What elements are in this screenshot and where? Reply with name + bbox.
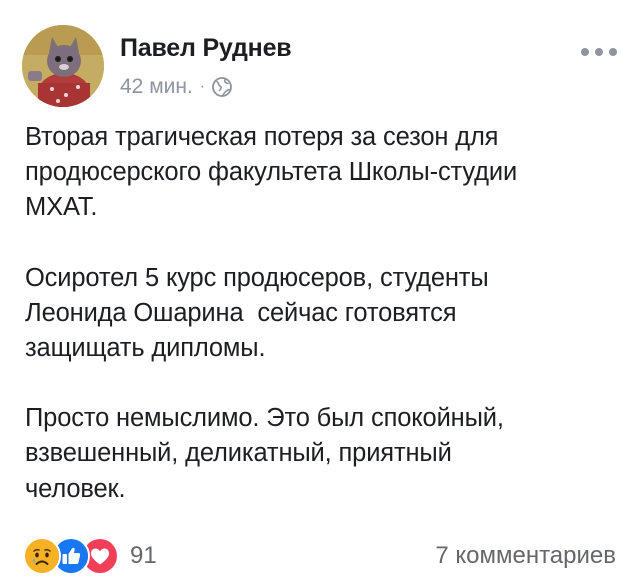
post-meta: 42 мин. ·	[120, 74, 233, 100]
author-avatar[interactable]	[22, 25, 104, 107]
post-line: продюсерского факультета Школы-студии	[25, 158, 518, 187]
facebook-post: Павел Руднев 42 мин. · Вторая трагическа…	[0, 0, 640, 586]
more-options-icon[interactable]	[579, 45, 619, 59]
sad-reaction-icon	[23, 537, 61, 575]
post-paragraph: Вторая трагическая потеря за сезон для п…	[25, 120, 625, 226]
reaction-count[interactable]: 91	[130, 542, 157, 570]
post-timestamp[interactable]: 42 мин.	[120, 75, 193, 99]
post-paragraph: Осиротел 5 курс продюсеров, студенты Лео…	[25, 261, 625, 367]
post-paragraph: Просто немыслимо. Это был спокойный, взв…	[25, 401, 625, 507]
post-line: Леонида Ошарина сейчас готовятся	[25, 298, 457, 327]
post-line: защищать дипломы.	[25, 334, 266, 363]
post-line: Просто немыслимо. Это был спокойный,	[25, 404, 504, 433]
post-line: человек.	[25, 474, 126, 503]
reactions-summary[interactable]: 91	[23, 537, 157, 575]
avatar-image	[22, 25, 104, 107]
globe-icon[interactable]	[211, 76, 233, 98]
post-line: взвешенный, деликатный, приятный	[25, 439, 452, 468]
post-line: Осиротел 5 курс продюсеров, студенты	[25, 263, 489, 292]
author-name[interactable]: Павел Руднев	[120, 34, 292, 63]
comments-count-link[interactable]: 7 комментариев	[435, 542, 616, 570]
post-text: Вторая трагическая потеря за сезон для п…	[25, 120, 625, 507]
meta-separator: ·	[199, 78, 206, 95]
post-line: Вторая трагическая потеря за сезон для	[25, 123, 499, 151]
post-line: МХАТ.	[25, 193, 98, 222]
